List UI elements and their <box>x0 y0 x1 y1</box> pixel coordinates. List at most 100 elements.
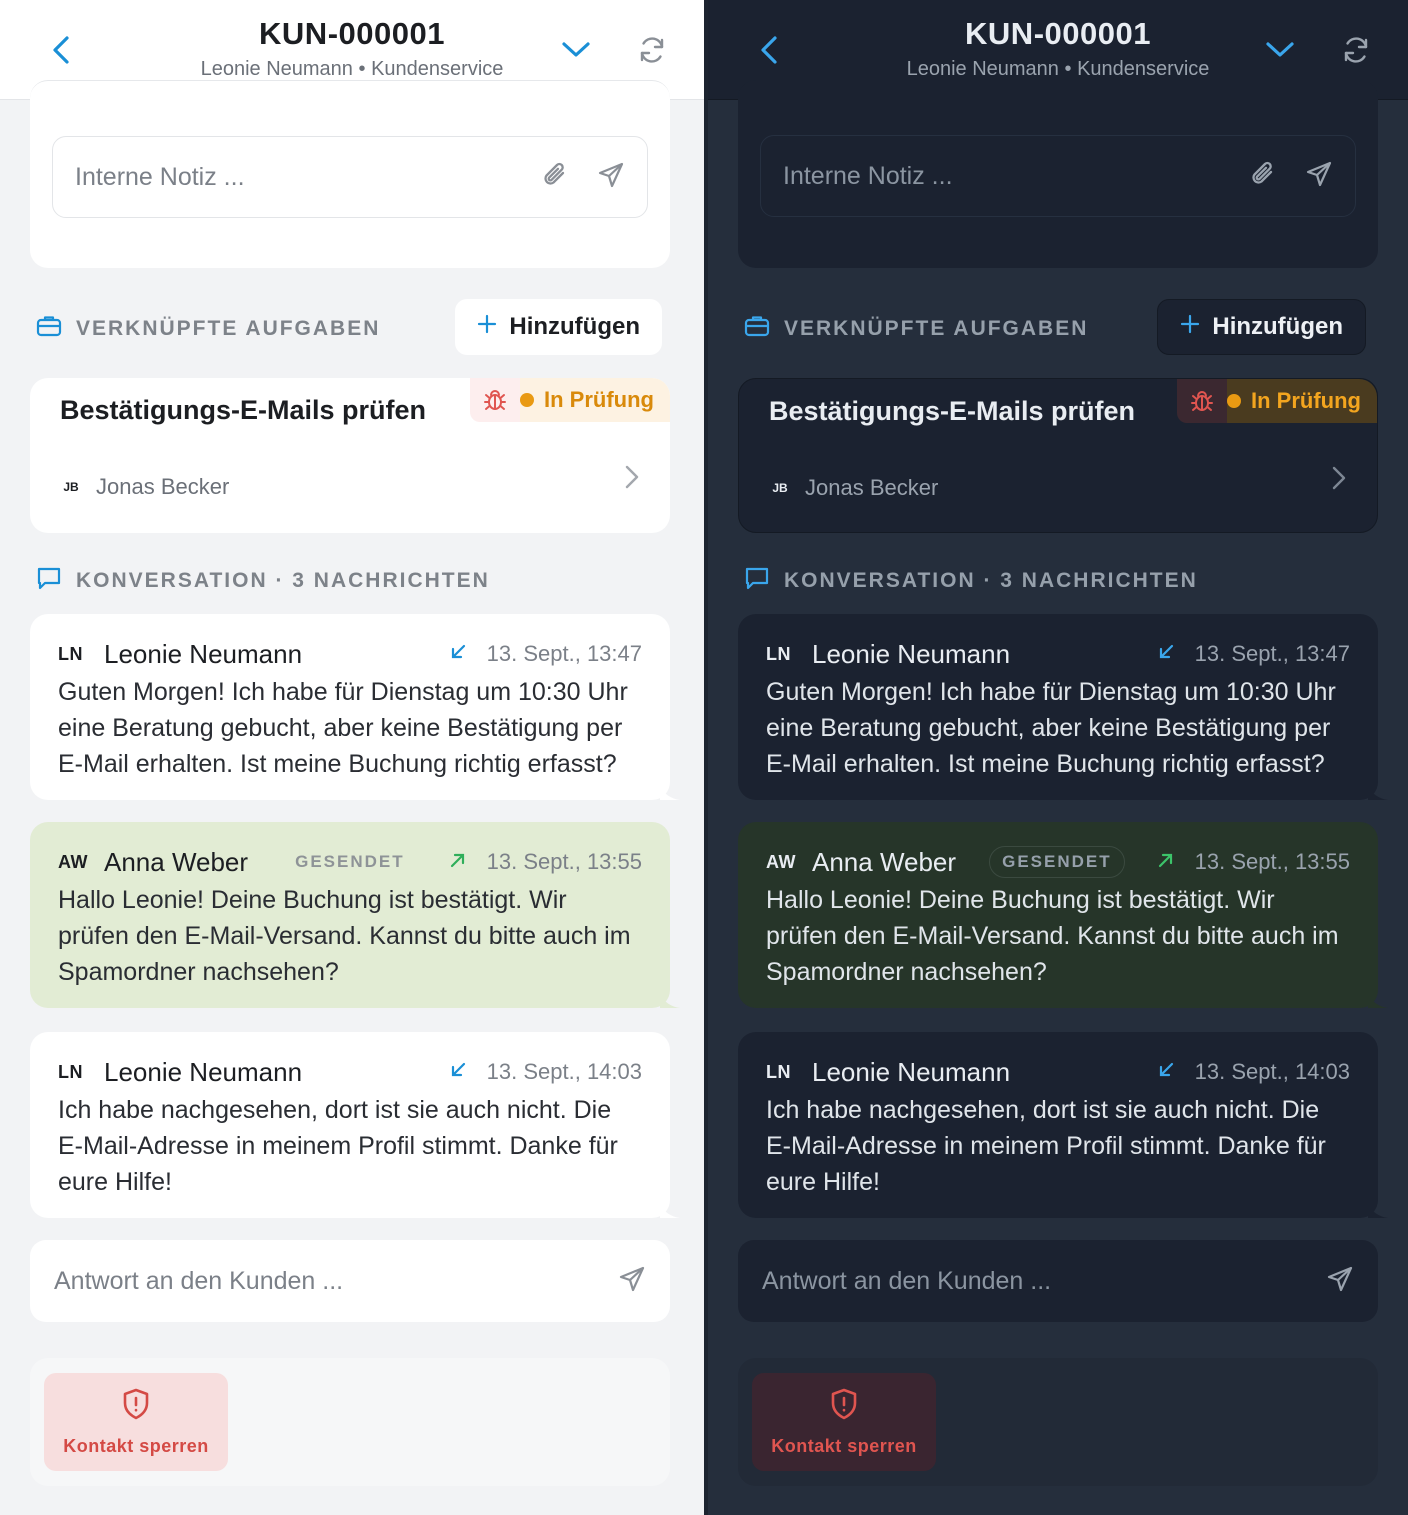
message-body: Ich habe nachgesehen, dort ist sie auch … <box>58 1096 618 1196</box>
linked-task-card[interactable]: Bestätigungs-E-Mails prüfen JB Jonas Bec… <box>738 378 1378 533</box>
add-task-button[interactable]: Hinzufügen <box>1157 299 1366 355</box>
message-time: 13. Sept., 13:47 <box>486 641 642 666</box>
conversation-heading: KONVERSATION · 3 NACHRICHTEN <box>36 565 490 597</box>
chevron-down-icon[interactable] <box>1262 32 1298 68</box>
sender-avatar: LN <box>766 1061 791 1082</box>
message-card: LN Leonie Neumann 13. Sept., 14:03 Ich h… <box>30 1032 680 1218</box>
status-pill: In Prüfung <box>1227 379 1377 423</box>
internal-note-card: Interne Notiz ... <box>30 80 670 268</box>
incoming-arrow-icon <box>1157 1059 1175 1085</box>
department-name: Kundenservice <box>1077 58 1210 80</box>
message-card-agent: AW Anna Weber GESENDET 13. Sept., 13:55 … <box>738 822 1388 1008</box>
plus-icon <box>1180 313 1200 341</box>
bubble-tail <box>1368 994 1388 1008</box>
message-time: 13. Sept., 14:03 <box>486 1059 642 1084</box>
paperclip-icon[interactable] <box>1249 159 1277 194</box>
incoming-arrow-icon <box>449 641 467 667</box>
shield-alert-icon <box>829 1387 859 1426</box>
bubble-tail <box>660 994 680 1008</box>
outgoing-arrow-icon <box>1157 849 1175 875</box>
bubble-tail <box>1368 786 1388 800</box>
chevron-down-icon[interactable] <box>558 32 594 68</box>
sender-avatar: AW <box>766 851 796 872</box>
status-dot <box>520 393 535 407</box>
customer-name: Leonie Neumann <box>906 58 1059 80</box>
message-time: 13. Sept., 13:55 <box>1194 849 1350 874</box>
add-task-button[interactable]: Hinzufügen <box>455 299 662 355</box>
task-assignee: JB Jonas Becker <box>769 475 938 501</box>
message-time: 13. Sept., 13:47 <box>1194 641 1350 666</box>
briefcase-icon <box>36 314 62 344</box>
assignee-avatar: JB <box>63 480 79 494</box>
light-theme-panel: KUN-000001 Leonie Neumann • Kundenservic… <box>0 0 704 1515</box>
sender-avatar: LN <box>58 1061 83 1082</box>
task-title: Bestätigungs-E-Mails prüfen <box>769 396 1136 426</box>
sender-avatar: LN <box>766 643 791 664</box>
sender-name: Anna Weber <box>104 846 249 877</box>
send-icon[interactable] <box>1326 1265 1354 1298</box>
task-assignee: JB Jonas Becker <box>60 474 229 500</box>
assignee-name: Jonas Becker <box>96 474 230 499</box>
message-body: Guten Morgen! Ich habe für Dienstag um 1… <box>58 678 628 778</box>
bubble-tail <box>660 786 680 800</box>
actions-card: Kontakt sperren <box>738 1358 1378 1486</box>
sent-badge: GESENDET <box>295 852 405 871</box>
message-card-agent: AW Anna Weber GESENDET 13. Sept., 13:55 … <box>30 822 680 1008</box>
bubble-tail <box>1368 1204 1388 1218</box>
message-card: LN Leonie Neumann 13. Sept., 13:47 Guten… <box>30 614 680 800</box>
bug-icon <box>1177 379 1228 423</box>
internal-note-card: Interne Notiz ... <box>738 80 1378 268</box>
send-icon[interactable] <box>597 161 625 194</box>
send-icon[interactable] <box>1305 160 1333 193</box>
chevron-right-icon <box>1331 465 1347 496</box>
assignee-name: Jonas Becker <box>805 475 939 500</box>
block-contact-button[interactable]: Kontakt sperren <box>44 1373 228 1471</box>
dark-theme-panel: KUN-000001 Leonie Neumann • Kundenservic… <box>704 0 1408 1515</box>
message-time: 13. Sept., 13:55 <box>486 849 642 874</box>
message-card: LN Leonie Neumann 13. Sept., 13:47 Guten… <box>738 614 1388 800</box>
linked-tasks-heading: VERKNÜPFTE AUFGABEN <box>744 314 1088 344</box>
linked-tasks-heading: VERKNÜPFTE AUFGABEN <box>36 314 380 344</box>
sender-name: Leonie Neumann <box>104 638 303 669</box>
internal-note-input[interactable]: Interne Notiz ... <box>52 136 648 218</box>
subtitle-separator: • <box>358 58 366 80</box>
message-time: 13. Sept., 14:03 <box>1194 1059 1350 1084</box>
bug-icon <box>470 378 521 422</box>
note-placeholder: Interne Notiz ... <box>783 161 953 190</box>
sender-name: Leonie Neumann <box>812 638 1011 669</box>
subtitle-separator: • <box>1064 58 1072 80</box>
note-placeholder: Interne Notiz ... <box>75 162 245 191</box>
sender-name: Anna Weber <box>812 846 957 877</box>
back-icon[interactable] <box>44 32 80 68</box>
message-body: Hallo Leonie! Deine Buchung ist bestätig… <box>766 886 1339 986</box>
actions-card: Kontakt sperren <box>30 1358 670 1486</box>
back-icon[interactable] <box>752 32 788 68</box>
customer-name: Leonie Neumann <box>200 58 353 80</box>
block-contact-button[interactable]: Kontakt sperren <box>752 1373 936 1471</box>
reply-input[interactable]: Antwort an den Kunden ... <box>30 1240 670 1322</box>
task-status-badge: In Prüfung <box>1177 379 1377 423</box>
department-name: Kundenservice <box>371 58 504 80</box>
assignee-avatar: JB <box>772 481 788 495</box>
task-title: Bestätigungs-E-Mails prüfen <box>60 395 427 425</box>
chat-bubble-icon <box>744 565 770 597</box>
paperclip-icon[interactable] <box>541 160 569 195</box>
status-dot <box>1227 394 1242 408</box>
refresh-icon[interactable] <box>634 32 670 68</box>
linked-task-card[interactable]: Bestätigungs-E-Mails prüfen JB Jonas Bec… <box>30 378 670 533</box>
reply-placeholder: Antwort an den Kunden ... <box>54 1266 344 1295</box>
conversation-heading: KONVERSATION · 3 NACHRICHTEN <box>744 565 1198 597</box>
sent-badge: GESENDET <box>989 846 1125 878</box>
refresh-icon[interactable] <box>1338 32 1374 68</box>
sender-name: Leonie Neumann <box>812 1056 1011 1087</box>
send-icon[interactable] <box>618 1265 646 1298</box>
message-body: Guten Morgen! Ich habe für Dienstag um 1… <box>766 678 1336 778</box>
incoming-arrow-icon <box>1157 641 1175 667</box>
internal-note-input[interactable]: Interne Notiz ... <box>760 135 1356 217</box>
task-status-badge: In Prüfung <box>470 378 670 422</box>
briefcase-icon <box>744 314 770 344</box>
message-body: Ich habe nachgesehen, dort ist sie auch … <box>766 1096 1326 1196</box>
reply-input[interactable]: Antwort an den Kunden ... <box>738 1240 1378 1322</box>
sender-avatar: LN <box>58 643 83 664</box>
shield-alert-icon <box>121 1387 151 1426</box>
